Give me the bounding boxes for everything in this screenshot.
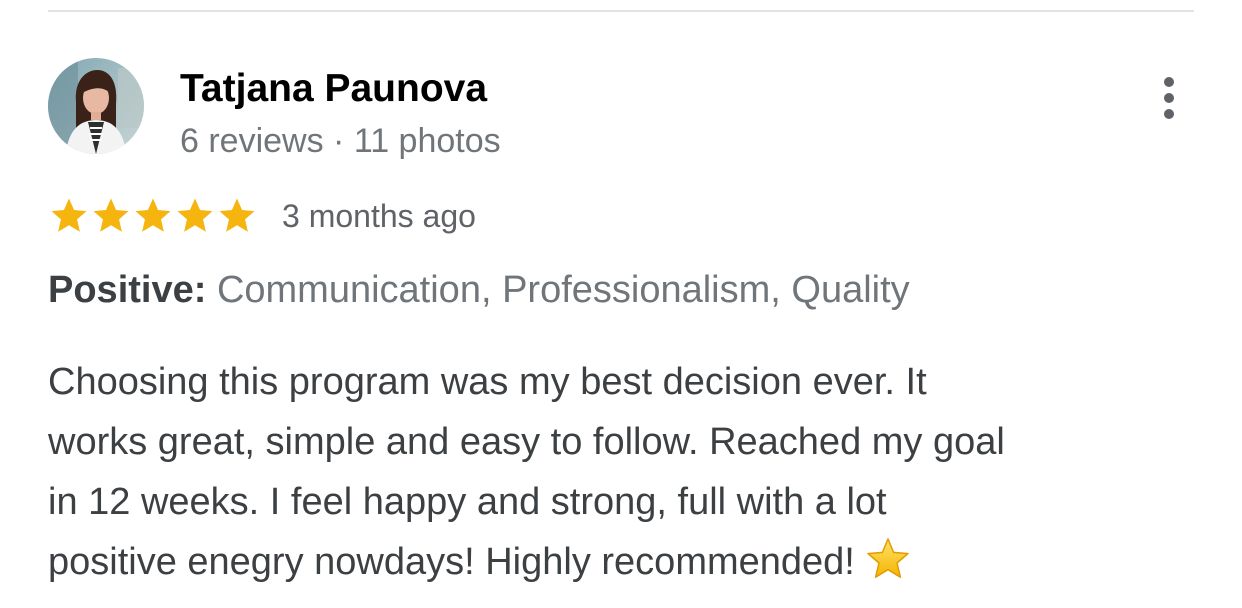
top-divider <box>48 10 1194 12</box>
star-filled-icon <box>177 198 213 232</box>
review-date: 3 months ago <box>282 198 476 234</box>
review-text: Choosing this program was my best decisi… <box>48 352 1168 600</box>
review-text-line: in 12 weeks. I feel happy and strong, fu… <box>48 481 887 523</box>
star-filled-icon <box>51 198 87 232</box>
review-text-line-last: positive enegry nowdays! Highly recommen… <box>48 532 1168 600</box>
star-emoji-icon <box>865 536 911 600</box>
reviewer-name[interactable]: Tatjana Paunova <box>180 66 487 112</box>
more-options-button[interactable] <box>1148 72 1190 124</box>
positive-label: Positive: <box>48 269 207 311</box>
review-text-line: Choosing this program was my best decisi… <box>48 361 927 403</box>
rating-row: 3 months ago <box>48 192 476 240</box>
review-text-line: works great, simple and easy to follow. … <box>48 421 1005 463</box>
review-text-line-content: positive enegry nowdays! Highly recommen… <box>48 541 855 583</box>
star-filled-icon <box>93 198 129 232</box>
reviewer-meta: 6 reviews · 11 photos <box>180 122 501 160</box>
star-filled-icon <box>219 198 255 232</box>
avatar-photo <box>48 58 144 154</box>
more-vert-icon <box>1164 77 1174 119</box>
star-rating <box>48 195 258 237</box>
star-filled-icon <box>135 198 171 232</box>
positive-values: Communication, Professionalism, Quality <box>216 269 910 311</box>
positive-attributes: Positive: Communication, Professionalism… <box>48 266 910 314</box>
reviewer-avatar[interactable] <box>48 58 144 154</box>
